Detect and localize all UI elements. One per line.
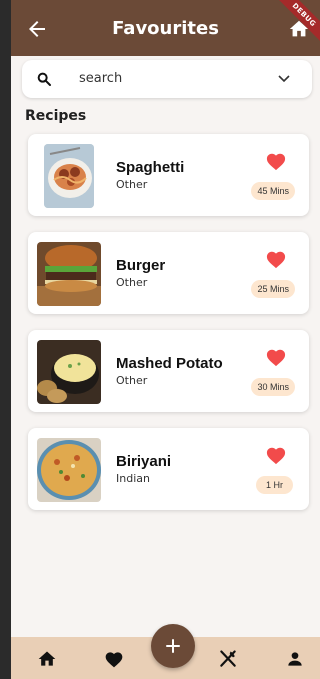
section-title: Recipes xyxy=(25,108,87,124)
home-icon[interactable] xyxy=(37,649,57,669)
chevron-down-icon[interactable] xyxy=(278,74,290,84)
recipe-image xyxy=(37,438,101,502)
recipe-name: Biriyani xyxy=(116,453,172,470)
recipe-category: Other xyxy=(116,374,148,387)
person-icon[interactable] xyxy=(285,649,305,669)
recipe-category: Indian xyxy=(116,472,150,485)
heart-icon[interactable] xyxy=(104,649,124,669)
recipe-name: Burger xyxy=(116,257,166,274)
page-title: Favourites xyxy=(112,17,219,39)
add-icon xyxy=(166,639,180,653)
recipe-card[interactable]: Spaghetti Other 45 Mins xyxy=(28,134,309,216)
search-bar[interactable]: search xyxy=(22,60,312,98)
recipe-image xyxy=(37,242,101,306)
heart-icon[interactable] xyxy=(265,347,287,367)
cook-time-badge: 1 Hr xyxy=(255,476,293,494)
cook-time-badge: 25 Mins xyxy=(251,280,295,298)
phone-screen: Favourites DEBUG search Recipes Spaghett… xyxy=(11,0,320,679)
recipe-name: Spaghetti xyxy=(116,159,185,176)
heart-icon[interactable] xyxy=(265,249,287,269)
utensils-icon[interactable] xyxy=(218,649,238,669)
back-arrow-icon[interactable] xyxy=(25,17,49,41)
add-button[interactable] xyxy=(151,624,195,668)
recipe-card[interactable]: Mashed Potato Other 30 Mins xyxy=(28,330,309,412)
recipe-image xyxy=(44,144,94,208)
cook-time-badge: 45 Mins xyxy=(251,182,295,200)
heart-icon[interactable] xyxy=(265,445,287,465)
heart-icon[interactable] xyxy=(265,151,287,171)
search-icon xyxy=(37,72,51,86)
app-bar: Favourites DEBUG xyxy=(11,0,320,56)
recipe-card[interactable]: Biriyani Indian 1 Hr xyxy=(28,428,309,510)
search-input[interactable]: search xyxy=(79,71,122,86)
recipe-category: Other xyxy=(116,178,148,191)
cook-time-badge: 30 Mins xyxy=(251,378,295,396)
recipe-category: Other xyxy=(116,276,148,289)
recipe-name: Mashed Potato xyxy=(116,355,223,372)
recipe-card[interactable]: Burger Other 25 Mins xyxy=(28,232,309,314)
recipe-image xyxy=(37,340,101,404)
